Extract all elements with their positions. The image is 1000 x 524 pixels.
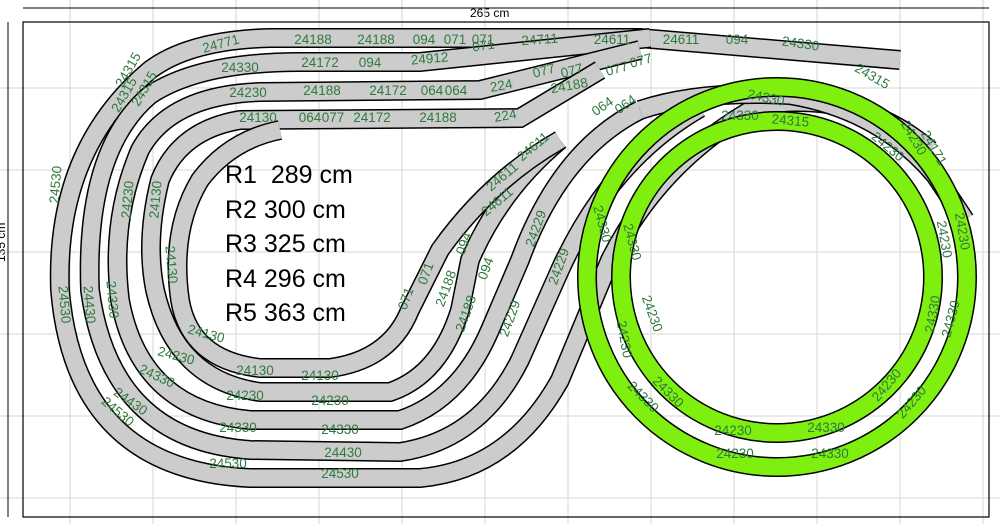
- piece-label: 24230: [118, 180, 136, 219]
- piece-label: 24330: [219, 420, 257, 435]
- track-plan: 24771 24188 24188 094 071 071 24711 24611 24611 0…: [0, 0, 1000, 524]
- piece-label: 064: [445, 83, 468, 98]
- radius-r1: R1 289 cm: [225, 161, 353, 189]
- piece-label: 24230: [229, 85, 267, 100]
- piece-label: 24330: [321, 422, 359, 437]
- piece-label: 24230: [311, 393, 349, 408]
- piece-label: 064: [421, 83, 444, 98]
- piece-label: 24611: [594, 32, 631, 47]
- piece-label: 24530: [209, 456, 247, 471]
- piece-label: 24130: [162, 245, 180, 284]
- piece-label: 24230: [226, 388, 264, 403]
- piece-label: 24330: [103, 280, 121, 319]
- piece-label: 071: [471, 37, 495, 55]
- radius-r3: R3 325 cm: [225, 230, 346, 258]
- piece-label: 24430: [324, 445, 362, 460]
- piece-label: 24172: [301, 55, 339, 70]
- piece-label: 24188: [303, 83, 341, 98]
- piece-label: 064: [299, 110, 322, 125]
- piece-label: 077: [322, 110, 345, 125]
- radius-r2: R2 300 cm: [225, 195, 346, 224]
- piece-label: 24230: [716, 446, 754, 461]
- radius-r5: R5 363 cm: [225, 299, 346, 327]
- piece-label: 24530: [321, 466, 359, 481]
- piece-label: 24330: [721, 108, 759, 123]
- piece-label: 24130: [236, 363, 274, 378]
- piece-label: 24188: [419, 110, 457, 125]
- radius-list: R1 289 cm R2 300 cm R3 325 cm R4 296 cm …: [225, 158, 353, 331]
- piece-label: 24130: [301, 368, 339, 383]
- piece-label: 24330: [807, 420, 845, 435]
- radius-r4: R4 296 cm: [225, 264, 346, 293]
- piece-label: 071: [444, 32, 467, 47]
- piece-label: 24330: [221, 60, 259, 75]
- piece-label: 24130: [239, 110, 277, 125]
- piece-label: 094: [726, 32, 749, 47]
- piece-label: 24230: [639, 293, 666, 333]
- piece-label: 094: [359, 55, 382, 70]
- piece-label: 094: [413, 32, 436, 47]
- piece-label: 24172: [369, 83, 407, 98]
- piece-label: 24230: [714, 423, 752, 438]
- piece-label: 24188: [294, 32, 332, 47]
- piece-label: 24330: [811, 446, 849, 461]
- piece-label: 24188: [357, 32, 395, 47]
- piece-label: 24711: [521, 31, 559, 49]
- piece-label: 24611: [663, 32, 700, 47]
- piece-label: 24172: [353, 110, 391, 125]
- piece-label: 24430: [80, 285, 98, 324]
